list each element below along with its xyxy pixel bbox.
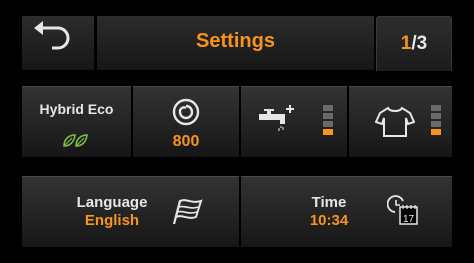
time-label: Time: [311, 194, 347, 211]
back-arrow-icon: [34, 21, 70, 50]
program-label: Hybrid Eco: [39, 101, 114, 117]
level-segment: [431, 113, 441, 119]
time-value: 10:34: [309, 212, 349, 229]
level-segment: [323, 105, 333, 111]
spin-swirl-icon: [172, 98, 200, 126]
clock-calendar-icon: 17: [387, 195, 418, 225]
level-segment: [431, 129, 441, 135]
level-segment: [431, 105, 441, 111]
program-tile[interactable]: Hybrid Eco: [22, 86, 131, 157]
level-segment: [323, 121, 333, 127]
back-button[interactable]: [22, 16, 94, 70]
page-title: Settings: [196, 30, 275, 52]
time-tile[interactable]: Time 10:34 17: [241, 176, 452, 247]
leaf-icon: [63, 134, 88, 147]
level-segment: [323, 129, 333, 135]
level-segment: [323, 113, 333, 119]
page-current: 1: [400, 33, 412, 54]
water-level-indicator: [323, 105, 333, 137]
language-label: Language: [76, 194, 148, 211]
header-bar: Settings: [97, 16, 374, 70]
level-segment: [431, 121, 441, 127]
calendar-day-text: 17: [403, 214, 415, 225]
settings-screen: Settings 1/3 Hybrid Eco 800 Language Eng…: [0, 0, 474, 263]
language-tile[interactable]: Language English: [22, 176, 239, 247]
faucet-plus-icon: [259, 105, 294, 131]
page-total: 3: [416, 33, 428, 54]
spin-tile[interactable]: 800: [133, 86, 239, 157]
flag-icon: [172, 199, 203, 225]
soil-level-indicator: [431, 105, 441, 137]
water-plus-tile[interactable]: [241, 86, 347, 157]
page-indicator[interactable]: 1/3: [376, 16, 452, 71]
spin-speed-value: 800: [172, 133, 200, 150]
page-number: 1/3: [377, 33, 451, 55]
language-value: English: [84, 212, 140, 229]
soil-level-tile[interactable]: [349, 86, 452, 157]
shirt-icon: [375, 106, 415, 137]
